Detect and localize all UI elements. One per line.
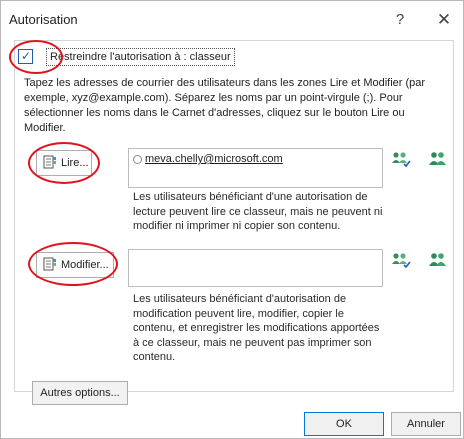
checkmark-icon: ✓ xyxy=(21,49,32,63)
restrict-permission-checkbox[interactable]: ✓ xyxy=(18,49,33,64)
modify-description: Les utilisateurs bénéficiant d'autorisat… xyxy=(133,293,380,363)
dialog-title: Autorisation xyxy=(9,12,78,27)
ok-button[interactable]: OK xyxy=(304,412,384,436)
address-book-icon xyxy=(43,155,56,169)
help-button[interactable]: ? xyxy=(389,9,411,31)
title-bar: Autorisation ? ✕ xyxy=(1,1,463,35)
restrict-permission-label[interactable]: Restreindre l'autorisation à : classeur xyxy=(46,48,235,66)
read-recipients-input[interactable]: meva.chelly@microsoft.com xyxy=(128,148,383,188)
modify-button-label: Modifier... xyxy=(61,259,109,271)
address-book-icon xyxy=(43,257,56,271)
address-book-people-icon[interactable] xyxy=(428,151,448,167)
more-options-button[interactable]: Autres options... xyxy=(32,381,128,405)
modify-button[interactable]: Modifier... xyxy=(36,252,114,278)
read-button[interactable]: Lire... xyxy=(36,150,92,176)
instructions-text: Tapez les adresses de courrier des utili… xyxy=(24,77,426,134)
check-names-icon[interactable] xyxy=(391,151,411,167)
recipient-status-icon xyxy=(133,154,142,164)
modify-recipients-input[interactable] xyxy=(128,249,383,287)
address-book-people-icon[interactable] xyxy=(428,252,448,268)
recipient-email[interactable]: meva.chelly@microsoft.com xyxy=(145,153,283,165)
check-names-icon[interactable] xyxy=(391,252,411,268)
close-button[interactable]: ✕ xyxy=(433,9,455,31)
read-button-label: Lire... xyxy=(61,157,89,169)
read-description: Les utilisateurs bénéficiant d'une autor… xyxy=(133,191,383,232)
recipient-entry[interactable]: meva.chelly@microsoft.com xyxy=(133,153,283,165)
cancel-button[interactable]: Annuler xyxy=(391,412,461,436)
